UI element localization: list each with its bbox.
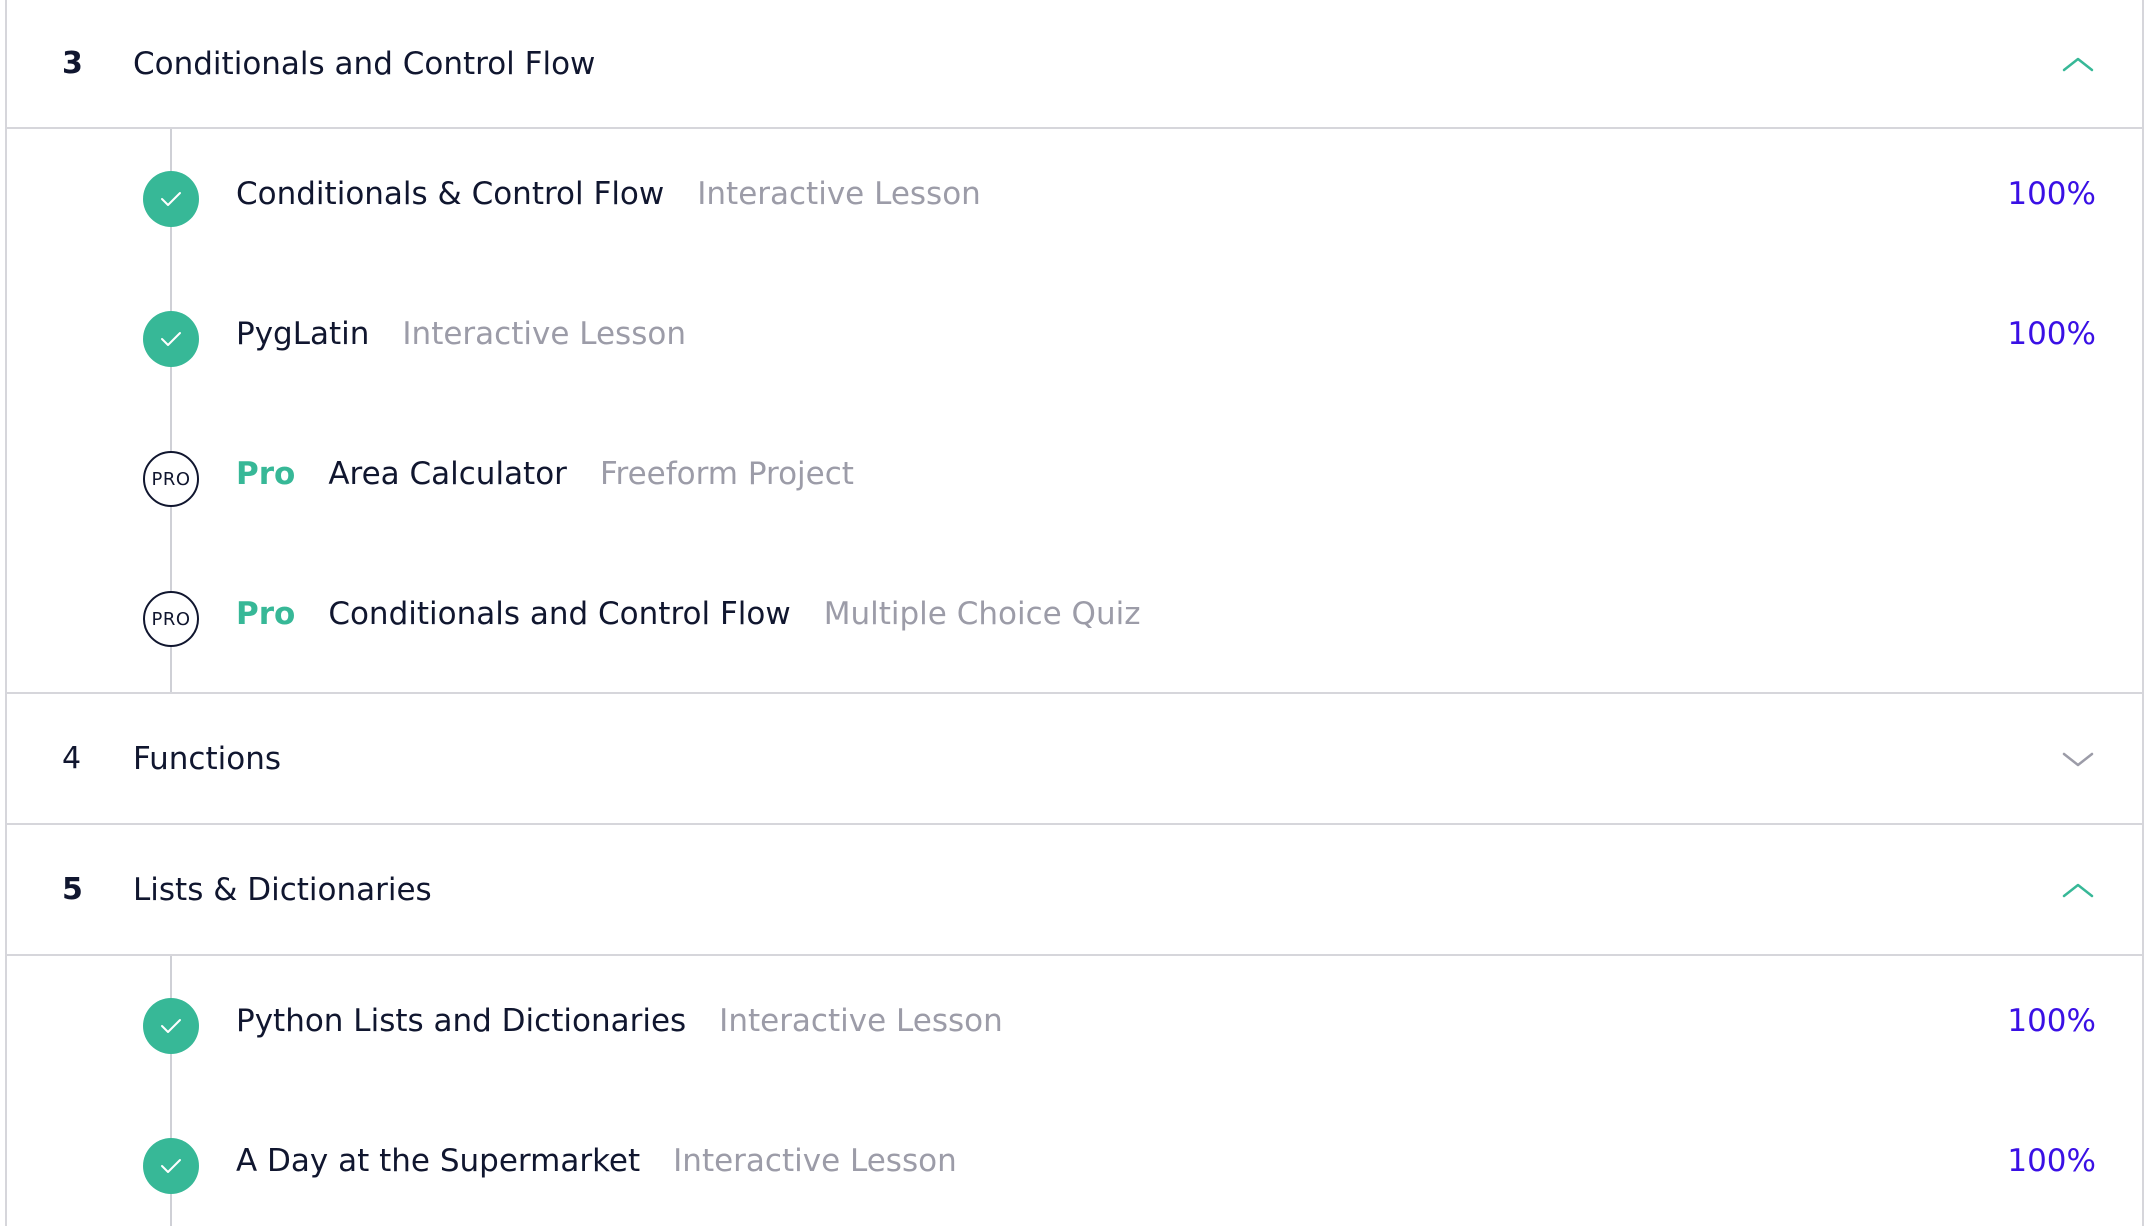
- lesson-name[interactable]: Conditionals & Control Flow: [236, 176, 664, 212]
- check-icon: [143, 171, 199, 227]
- lesson-name[interactable]: Python Lists and Dictionaries: [236, 1003, 686, 1039]
- check-icon: [143, 1138, 199, 1194]
- lesson-row[interactable]: PygLatin Interactive Lesson 100%: [7, 269, 2142, 409]
- module-header-4[interactable]: 4 Functions: [7, 694, 2142, 825]
- chevron-down-icon[interactable]: [2058, 747, 2098, 771]
- module-number: 4: [62, 741, 82, 776]
- lesson-row[interactable]: A Day at the Supermarket Interactive Les…: [7, 1096, 2142, 1226]
- chevron-up-icon[interactable]: [2058, 878, 2098, 902]
- lesson-type: Interactive Lesson: [673, 1143, 957, 1179]
- module-title: Lists & Dictionaries: [133, 871, 432, 908]
- lesson-progress: 100%: [2007, 176, 2096, 212]
- lesson-progress: 100%: [2007, 1143, 2096, 1179]
- module-title: Functions: [133, 740, 282, 777]
- pro-label: Pro: [236, 456, 296, 492]
- pro-badge-icon: PRO: [143, 591, 199, 647]
- lesson-list-module-5: Python Lists and Dictionaries Interactiv…: [7, 956, 2142, 1226]
- lesson-type: Freeform Project: [599, 456, 854, 492]
- lesson-list-module-3: Conditionals & Control Flow Interactive …: [7, 129, 2142, 694]
- lesson-name[interactable]: Conditionals and Control Flow: [328, 596, 790, 632]
- lesson-row[interactable]: PRO Pro Conditionals and Control Flow Mu…: [7, 549, 2142, 689]
- lesson-progress: 100%: [2007, 316, 2096, 352]
- module-title: Conditionals and Control Flow: [133, 45, 596, 82]
- lesson-type: Interactive Lesson: [697, 176, 981, 212]
- lesson-name[interactable]: PygLatin: [236, 316, 369, 352]
- pro-label: Pro: [236, 596, 296, 632]
- check-icon: [143, 311, 199, 367]
- syllabus-panel: 3 Conditionals and Control Flow Conditio…: [5, 0, 2144, 1226]
- module-number: 3: [62, 46, 83, 81]
- module-header-5[interactable]: 5 Lists & Dictionaries: [7, 825, 2142, 956]
- lesson-row[interactable]: Conditionals & Control Flow Interactive …: [7, 129, 2142, 269]
- lesson-type: Interactive Lesson: [402, 316, 686, 352]
- lesson-row[interactable]: PRO Pro Area Calculator Freeform Project: [7, 409, 2142, 549]
- lesson-type: Interactive Lesson: [719, 1003, 1003, 1039]
- lesson-progress: 100%: [2007, 1003, 2096, 1039]
- chevron-up-icon[interactable]: [2058, 52, 2098, 76]
- lesson-row[interactable]: Python Lists and Dictionaries Interactiv…: [7, 956, 2142, 1096]
- pro-badge-icon: PRO: [143, 451, 199, 507]
- module-number: 5: [62, 872, 83, 907]
- module-header-3[interactable]: 3 Conditionals and Control Flow: [7, 0, 2142, 129]
- lesson-type: Multiple Choice Quiz: [823, 596, 1141, 632]
- lesson-name[interactable]: Area Calculator: [328, 456, 567, 492]
- check-icon: [143, 998, 199, 1054]
- lesson-name[interactable]: A Day at the Supermarket: [236, 1143, 640, 1179]
